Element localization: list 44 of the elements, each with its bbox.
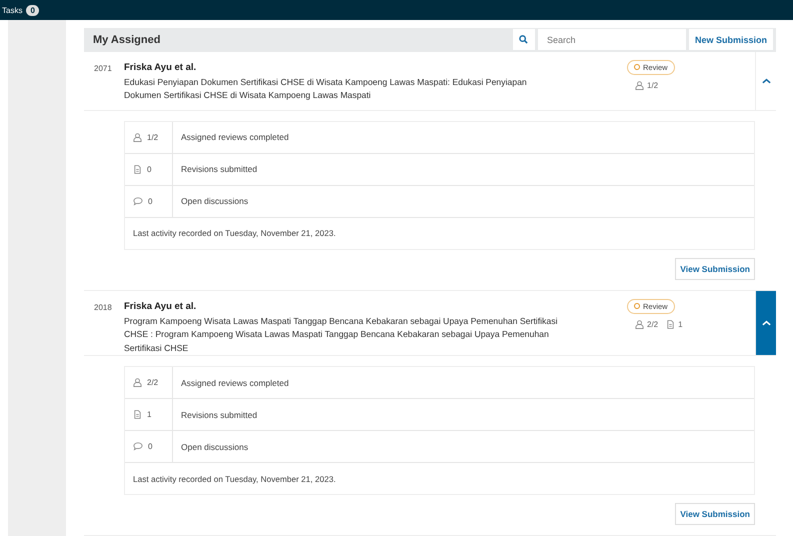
view-submission-button[interactable]: View Submission	[675, 503, 755, 525]
panel-title: My Assigned	[93, 34, 160, 46]
detail-label: Open discussions	[180, 442, 248, 452]
document-icon	[666, 320, 676, 328]
submission-id: 2018	[93, 302, 113, 314]
stat-count: 1/2	[635, 80, 658, 90]
speech-bubble-icon	[133, 196, 143, 206]
submission-title[interactable]: Edukasi Penyiapan Dokumen Sertifikasi CHSE di Wisata Kampoeng Lawas Maspati: Edukasi Penyiapan Dokumen Sertifikasi CHSE di Wisata Kampoeng Lawas Maspati	[124, 76, 564, 102]
person-icon	[635, 320, 644, 328]
person-icon	[635, 80, 644, 90]
document-icon	[133, 410, 142, 419]
document-icon	[133, 164, 142, 174]
search-field[interactable]: Search	[538, 29, 686, 50]
detail-count: 1	[125, 399, 173, 430]
submission-authors: Friska Ayu et al.	[124, 300, 198, 312]
detail-count: 1/2	[125, 122, 173, 152]
submission-id: 2071	[93, 62, 113, 74]
detail-count: 0	[125, 186, 173, 216]
stat-count: 1	[666, 320, 683, 328]
tasks-count: 0	[26, 4, 39, 16]
tasks-label[interactable]: Tasks	[2, 6, 22, 14]
last-activity-text: Last activity recorded on Tuesday, November 21, 2023.	[132, 474, 336, 484]
submission-authors: Friska Ayu et al.	[124, 62, 198, 72]
speech-bubble-icon	[133, 442, 143, 451]
view-submission-button[interactable]: View Submission	[675, 258, 755, 280]
detail-count: 0	[125, 154, 173, 184]
detail-label: Revisions submitted	[180, 410, 258, 420]
expand-toggle[interactable]	[755, 290, 776, 355]
last-activity-text: Last activity recorded on Tuesday, November 21, 2023.	[132, 228, 336, 238]
chevron-icon	[762, 320, 770, 326]
new-submission-button[interactable]: New Submission	[688, 29, 773, 50]
search-icon	[519, 35, 528, 44]
detail-label: Assigned reviews completed	[180, 132, 289, 142]
detail-count: 0	[125, 431, 173, 462]
search-button[interactable]	[512, 29, 535, 50]
submission-title[interactable]: Program Kampoeng Wisata Lawas Maspati Tanggap Bencana Kebakaran sebagai Upaya Pemenuhan Sertifikasi CHSE : Program Kampoeng Wisata Lawas Maspati Tanggap Bencana Kebakaran sebagai Upaya Pemenuhan Sertifikasi CHSE	[124, 314, 564, 355]
detail-label: Assigned reviews completed	[180, 378, 289, 388]
person-icon	[133, 132, 142, 142]
detail-count: 2/2	[125, 367, 173, 398]
detail-label: Open discussions	[180, 196, 248, 206]
chevron-icon	[762, 78, 770, 84]
stat-count: 2/2	[635, 320, 658, 328]
detail-label: Revisions submitted	[180, 164, 258, 174]
person-icon	[133, 378, 142, 387]
